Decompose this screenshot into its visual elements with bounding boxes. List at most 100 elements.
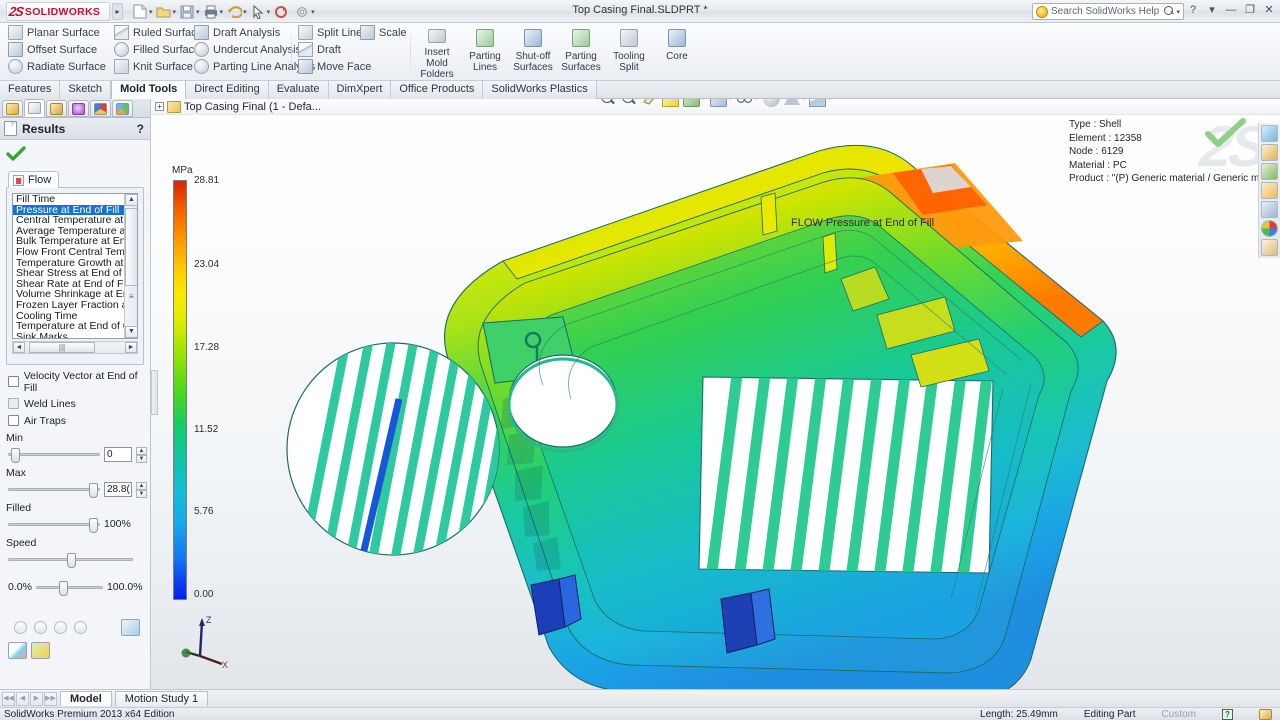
tab-dimxpert[interactable]: DimXpert — [328, 81, 392, 99]
list-item[interactable]: Cooling Time — [13, 311, 124, 322]
ribbon-button-radiate-surface[interactable]: Radiate Surface — [6, 58, 110, 75]
status-help-icon[interactable]: ? — [1222, 708, 1233, 720]
play-reverse-icon[interactable] — [34, 620, 47, 634]
slider-row-min[interactable]: 0 ▲ ▼ — [0, 444, 150, 464]
ribbon-button-insert-mold-folders[interactable]: Insert Mold Folders — [414, 24, 460, 80]
hide-show-items-icon[interactable] — [709, 99, 727, 107]
next-tab-icon[interactable]: ▶ — [30, 691, 43, 706]
slider-row-filled[interactable]: 100% — [0, 514, 150, 534]
3d-model-render[interactable] — [151, 99, 1280, 689]
list-item[interactable]: Volume Shrinkage at End of Fill — [13, 289, 124, 300]
list-item[interactable]: Fill Time — [13, 194, 124, 205]
property-manager-help-icon[interactable]: ? — [137, 122, 146, 136]
tab-office-products[interactable]: Office Products — [391, 81, 484, 99]
save-image-icon[interactable] — [8, 642, 27, 659]
ribbon-button-filled-surface[interactable]: Filled Surface — [112, 41, 204, 58]
appearances-scenes-icon[interactable] — [1261, 144, 1278, 161]
graphics-viewport[interactable]: 2S ▾ ▾ ▾ ▾ ▾ — [151, 99, 1280, 689]
slider-thumb-speed[interactable] — [67, 552, 76, 568]
slider-track-filled[interactable] — [8, 517, 100, 533]
play-forward-icon[interactable] — [74, 620, 87, 634]
previous-tab-icon[interactable]: ◀ — [16, 691, 29, 706]
list-item[interactable]: Shear Rate at End of Fill — [13, 279, 124, 290]
zoom-to-area-icon[interactable] — [620, 99, 637, 107]
ribbon-button-scale[interactable]: Scale — [358, 24, 414, 41]
tab-evaluate[interactable]: Evaluate — [268, 81, 329, 99]
help-search-box[interactable]: Search SolidWorks Help ▾ — [1032, 3, 1184, 20]
ribbon-button-core[interactable]: Core — [654, 24, 700, 80]
scroll-up-arrow-icon[interactable]: ▲ — [125, 194, 137, 206]
slider-thumb-max[interactable] — [89, 482, 98, 498]
save-report-icon[interactable] — [31, 642, 50, 659]
display-style-caret[interactable]: ▾ — [702, 99, 706, 102]
ribbon-button-knit-surface[interactable]: Knit Surface — [112, 58, 204, 75]
spin-up-icon[interactable]: ▲ — [136, 446, 147, 455]
section-view-icon[interactable] — [641, 99, 658, 107]
zoom-to-fit-icon[interactable] — [599, 99, 616, 107]
checkbox-box-icon[interactable] — [8, 398, 19, 409]
tab-property-manager[interactable] — [24, 99, 45, 117]
list-item[interactable]: Bulk Temperature at End of Fill — [13, 236, 124, 247]
results-listbox[interactable]: Fill Time Pressure at End of Fill Centra… — [12, 193, 138, 339]
spin-down-icon[interactable]: ▼ — [136, 454, 147, 463]
range-row[interactable]: 0.0% 100.0% — [0, 577, 150, 597]
bottom-tab-model[interactable]: Model — [60, 691, 112, 706]
tab-configuration-manager[interactable] — [46, 100, 67, 117]
checkbox-velocity-vector[interactable]: Velocity Vector at End of Fill — [0, 370, 150, 394]
range-track[interactable] — [35, 580, 103, 596]
first-tab-icon[interactable]: ◀◀ — [2, 691, 15, 706]
search-icon[interactable] — [1164, 6, 1175, 17]
min-value-field[interactable]: 0 — [104, 446, 132, 462]
scroll-down-arrow-icon[interactable]: ▼ — [125, 326, 137, 338]
edit-appearance-icon[interactable] — [736, 99, 753, 107]
slider-track-speed[interactable] — [8, 552, 133, 568]
sub-tab-flow[interactable]: Flow — [8, 171, 60, 188]
scroll-left-arrow-icon[interactable]: ◄ — [13, 342, 25, 353]
ribbon-button-ruled-surface[interactable]: Ruled Surface — [112, 24, 204, 41]
range-thumb[interactable] — [58, 580, 68, 596]
ribbon-button-undercut-analysis[interactable]: Undercut Analysis — [192, 41, 301, 58]
min-spinner[interactable]: ▲ ▼ — [136, 446, 147, 463]
tab-solidworks-plastics[interactable]: SolidWorks Plastics — [483, 81, 597, 99]
tab-mold-tools[interactable]: Mold Tools — [111, 81, 187, 99]
spin-down-icon[interactable]: ▼ — [136, 489, 147, 498]
apply-scene-icon[interactable] — [762, 99, 780, 107]
custom-properties-icon[interactable] — [1261, 239, 1278, 256]
max-value-field[interactable]: 28.8( — [104, 481, 132, 497]
last-tab-icon[interactable]: ▶▶ — [44, 691, 57, 706]
minimize-icon[interactable]: — — [1224, 4, 1238, 16]
slider-thumb-min[interactable] — [11, 447, 20, 463]
tab-features[interactable]: Features — [0, 81, 61, 99]
ribbon-button-draft[interactable]: Draft — [296, 41, 360, 58]
custom-dropdown-label[interactable]: Custom — [1162, 709, 1196, 720]
view-settings-caret[interactable]: ▾ — [802, 99, 806, 102]
tab-dimxpert-manager[interactable] — [68, 100, 89, 117]
tab-sketch[interactable]: Sketch — [60, 81, 112, 99]
list-horizontal-scrollbar[interactable]: ◄ ||| ► — [12, 341, 138, 354]
list-item[interactable]: Frozen Layer Fraction at End of Fill — [13, 300, 124, 311]
slider-row-max[interactable]: 28.8( ▲ ▼ — [0, 479, 150, 499]
view-orientation-icon[interactable] — [662, 99, 679, 107]
list-item[interactable]: Temperature Growth at End of Fill — [13, 258, 124, 269]
display-style-icon[interactable] — [683, 99, 700, 107]
tab-feature-manager[interactable] — [2, 100, 23, 117]
ok-checkmark-icon[interactable] — [6, 146, 26, 162]
slider-track-max[interactable] — [8, 482, 100, 498]
slider-row-speed[interactable] — [0, 549, 150, 569]
ribbon-button-parting-surfaces[interactable]: Parting Surfaces — [558, 24, 604, 80]
tab-direct-editing[interactable]: Direct Editing — [186, 81, 269, 99]
ribbon-button-offset-surface[interactable]: Offset Surface — [6, 41, 110, 58]
status-tag-icon[interactable] — [1259, 708, 1272, 720]
ribbon-button-move-face[interactable]: Move Face — [296, 58, 371, 75]
ribbon-button-planar-surface[interactable]: Planar Surface — [6, 24, 110, 41]
ribbon-button-draft-analysis[interactable]: Draft Analysis — [192, 24, 300, 41]
view-settings-icon[interactable] — [783, 99, 800, 105]
ribbon-button-shutoff-surfaces[interactable]: Shut-off Surfaces — [510, 24, 556, 80]
list-item[interactable]: Sink Marks — [13, 332, 124, 338]
screen-capture-caret[interactable]: ▾ — [828, 99, 832, 102]
stop-icon[interactable] — [54, 620, 67, 634]
help-caret-icon[interactable]: ▾ — [1205, 3, 1219, 16]
tab-plastics-manager[interactable] — [112, 100, 133, 117]
help-icon[interactable]: ? — [1186, 4, 1200, 16]
spin-up-icon[interactable]: ▲ — [136, 481, 147, 490]
